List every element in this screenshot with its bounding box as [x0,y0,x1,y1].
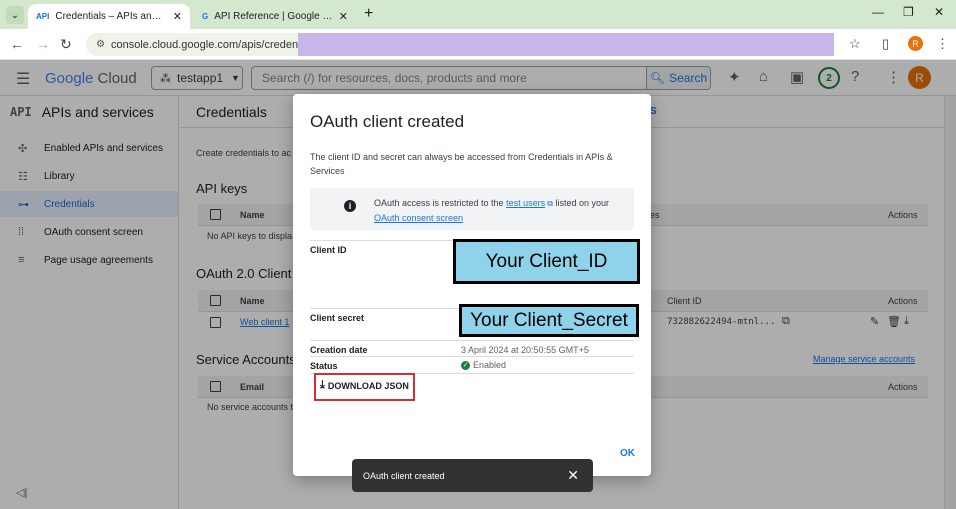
bookmark-star-icon[interactable]: ☆ [849,36,861,52]
back-icon[interactable]: ← [10,36,24,52]
address-bar-row: ← → ↻ ⚙ console.cloud.google.com/apis/cr… [0,29,956,60]
creation-date-value: 3 April 2024 at 20:50:55 GMT+5 [461,345,589,355]
redacted-region [298,33,834,56]
status-value: ✓ Enabled [461,360,506,370]
client-id-label: Client ID [310,245,347,255]
info-icon: i [344,200,356,212]
snackbar-message: OAuth client created [363,470,445,481]
tab-search-button[interactable]: ⌄ [6,6,24,24]
snackbar-close-icon[interactable]: ✕ [567,467,579,484]
tab-title: API Reference | Google Calendar [214,11,333,22]
client-secret-label: Client secret [310,313,365,323]
external-link-icon: ⧉ [545,199,554,208]
oauth-consent-screen-link[interactable]: OAuth consent screen [374,213,463,223]
dialog-title: OAuth client created [310,112,465,131]
status-text: Enabled [473,360,507,370]
google-favicon-icon: G [202,12,209,21]
status-label: Status [310,361,338,371]
info-middle: listed on your [553,198,610,208]
creation-date-label: Creation date [310,345,368,355]
download-json-label: DOWNLOAD JSON [327,380,409,391]
reload-icon[interactable]: ↻ [60,36,72,53]
new-tab-button[interactable]: + [364,5,373,23]
info-prefix: OAuth access is restricted to the [374,198,507,208]
minimize-icon[interactable]: — [872,5,884,19]
forward-icon[interactable]: → [36,36,50,52]
client-secret-value: Your Client_Secret [459,304,639,337]
client-id-value: Your Client_ID [453,239,640,284]
oauth-created-dialog: OAuth client created The client ID and s… [293,94,651,476]
restore-icon[interactable]: ❐ [903,5,914,19]
creation-date-row: Creation date 3 April 2024 at 20:50:55 G… [310,340,634,356]
test-users-link[interactable]: test users [506,198,545,208]
status-row: Status ✓ Enabled [310,356,634,374]
snackbar: OAuth client created ✕ [352,459,593,492]
window-close-icon[interactable]: ✕ [934,5,944,19]
info-banner: i OAuth access is restricted to the test… [310,188,634,230]
side-panel-icon[interactable]: ▯ [882,36,889,52]
ok-button[interactable]: OK [620,448,635,459]
header-scrim [0,60,956,96]
download-highlight: ⤓ DOWNLOAD JSON [314,373,415,401]
tab-close-icon[interactable]: ✕ [173,10,182,23]
tab-close-icon[interactable]: ✕ [339,10,348,23]
profile-avatar[interactable]: R [908,36,923,51]
browser-menu-icon[interactable]: ⋮ [936,36,949,52]
tab-credentials[interactable]: API Credentials – APIs and services ✕ [28,4,190,29]
dialog-description: The client ID and secret can always be a… [310,152,613,176]
url-field[interactable]: ⚙ console.cloud.google.com/apis/credenti… [86,33,318,56]
info-text: OAuth access is restricted to the test u… [374,196,624,225]
browser-tab-strip: ⌄ API Credentials – APIs and services ✕ … [0,0,956,29]
download-json-button[interactable]: ⤓ DOWNLOAD JSON [320,379,409,392]
tab-api-reference[interactable]: G API Reference | Google Calendar ✕ [194,4,356,29]
download-icon: ⤓ [320,379,325,391]
api-favicon-icon: API [36,12,50,21]
site-info-icon[interactable]: ⚙ [96,39,105,50]
check-circle-icon: ✓ [461,360,470,370]
url-text: console.cloud.google.com/apis/credential… [110,38,318,51]
tab-title: Credentials – APIs and services [55,11,166,22]
